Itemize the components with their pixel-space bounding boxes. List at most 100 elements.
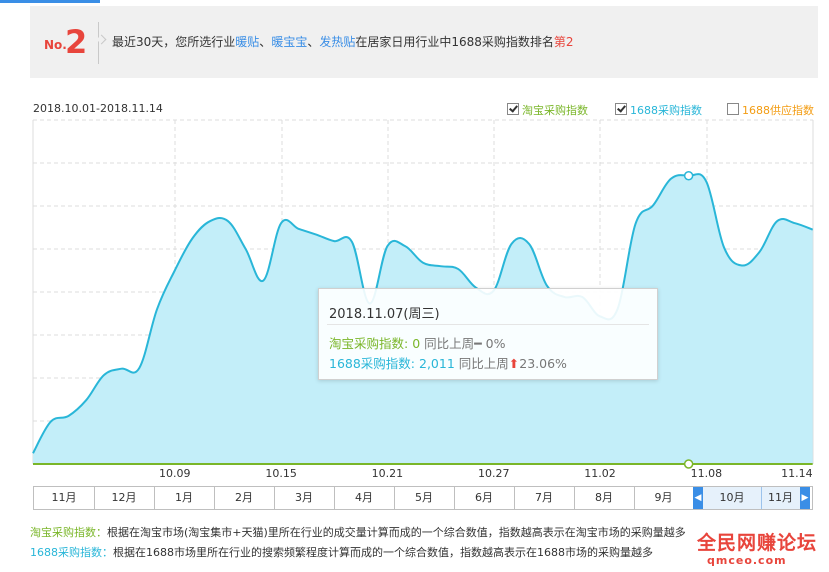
tooltip-value: 0: [412, 336, 421, 351]
chart-tooltip: 2018.11.07(周三) 淘宝采购指数: 0 同比上周━ 0% 1688采购…: [318, 288, 658, 380]
tooltip-compare: 同比上周: [420, 336, 475, 351]
highlight-point-1688: [683, 171, 694, 181]
data-point-taobao: [83, 461, 89, 467]
data-point-1688: [632, 221, 638, 227]
navigator-month[interactable]: 1月: [154, 487, 214, 509]
data-point-taobao: [544, 461, 550, 467]
navigator-month[interactable]: 9月: [634, 487, 693, 509]
data-point-taobao: [331, 461, 337, 467]
data-point-1688: [402, 243, 408, 249]
navigator-month[interactable]: 3月: [274, 487, 334, 509]
data-point-1688: [48, 419, 54, 425]
x-axis-labels: 10.09 10.15 10.21 10.27 11.02 11.08 11.14: [159, 467, 813, 480]
tooltip-value: 2,011: [419, 356, 455, 371]
data-point-1688: [296, 226, 302, 232]
data-point-1688: [774, 218, 780, 224]
data-point-taobao: [562, 461, 568, 467]
navigator-left-handle[interactable]: ◀: [693, 487, 703, 509]
data-point-1688: [207, 218, 213, 224]
data-point-1688: [757, 249, 763, 255]
data-point-taobao: [136, 461, 142, 467]
data-point-1688: [83, 397, 89, 403]
watermark-title: 全民网赚论坛: [697, 532, 818, 554]
navigator-month[interactable]: 7月: [514, 487, 574, 509]
navigator-month[interactable]: 2月: [214, 487, 274, 509]
footnote-text: 根据在1688市场里所在行业的搜索频繁程度计算而成的一个综合数值，指数越高表示在…: [113, 546, 653, 559]
data-point-1688: [119, 366, 125, 372]
x-tick-label: 10.21: [372, 467, 404, 480]
data-point-taobao: [420, 461, 426, 467]
highlight-point-taobao: [683, 459, 694, 469]
data-point-1688: [189, 235, 195, 241]
navigator-divider: [634, 487, 635, 509]
navigator-month[interactable]: 10月: [703, 487, 761, 509]
data-point-1688: [438, 263, 444, 269]
data-point-taobao: [30, 461, 36, 467]
data-point-1688: [526, 241, 532, 247]
data-point-taobao: [455, 461, 461, 467]
footnote-1688: 1688采购指数：根据在1688市场里所在行业的搜索频繁程度计算而成的一个综合数…: [30, 544, 653, 560]
data-point-1688: [349, 239, 355, 245]
data-point-taobao: [739, 461, 745, 467]
x-tick-label: 10.27: [478, 467, 510, 480]
data-point-1688: [384, 243, 390, 249]
data-point-1688: [810, 227, 816, 233]
navigator-month[interactable]: 11月: [34, 487, 94, 509]
arrow-up-icon: ⬆: [508, 356, 520, 371]
tooltip-row-1688: 1688采购指数: 2,011 同比上周⬆23.06%: [329, 353, 567, 372]
x-tick-label: 10.15: [265, 467, 297, 480]
navigator-right-handle[interactable]: ▶: [800, 487, 810, 509]
navigator-divider: [394, 487, 395, 509]
tooltip-label: 1688采购指数:: [329, 356, 419, 371]
x-tick-label: 11.14: [781, 467, 813, 480]
navigator-month[interactable]: 5月: [394, 487, 454, 509]
navigator-month[interactable]: 6月: [454, 487, 514, 509]
time-navigator[interactable]: 11月 12月 1月 2月 3月 4月 5月 6月 7月 8月 9月 10月 11月 ◀ ▶: [33, 486, 813, 510]
data-point-1688: [792, 220, 798, 226]
data-point-1688: [101, 372, 107, 378]
tooltip-label: 淘宝采购指数:: [329, 336, 413, 351]
navigator-divider: [154, 487, 155, 509]
data-point-1688: [136, 365, 142, 371]
data-point-1688: [331, 238, 337, 244]
data-point-1688: [65, 413, 71, 419]
footnote-text: 根据在淘宝市场(淘宝集市+天猫)里所在行业的成交量计算而成的一个综合数值，指数越…: [107, 526, 686, 539]
navigator-divider: [334, 487, 335, 509]
tooltip-divider: [327, 324, 649, 325]
data-point-taobao: [119, 461, 125, 467]
data-point-1688: [225, 218, 231, 224]
navigator-month[interactable]: 11月: [761, 487, 800, 509]
footnote-taobao: 淘宝采购指数：根据在淘宝市场(淘宝集市+天猫)里所在行业的成交量计算而成的一个综…: [30, 524, 686, 540]
tooltip-change: 23.06%: [519, 356, 567, 371]
data-point-1688: [420, 260, 426, 266]
navigator-divider: [454, 487, 455, 509]
navigator-month[interactable]: 8月: [574, 487, 634, 509]
data-point-taobao: [65, 461, 71, 467]
data-point-1688: [721, 245, 727, 251]
x-tick-label: 10.09: [159, 467, 191, 480]
data-point-taobao: [757, 461, 763, 467]
navigator-month[interactable]: 4月: [334, 487, 394, 509]
data-point-1688: [739, 262, 745, 268]
data-point-1688: [278, 220, 284, 226]
navigator-divider: [761, 487, 762, 509]
navigator-divider: [274, 487, 275, 509]
watermark-url: qmceo.com: [707, 554, 787, 567]
tooltip-row-taobao: 淘宝采购指数: 0 同比上周━ 0%: [329, 333, 505, 352]
data-point-1688: [703, 179, 709, 185]
data-point-1688: [650, 202, 656, 208]
data-point-taobao: [48, 461, 54, 467]
data-point-1688: [314, 232, 320, 238]
data-point-1688: [30, 450, 36, 456]
tooltip-change: 0%: [481, 336, 506, 351]
data-point-taobao: [526, 461, 532, 467]
data-point-1688: [172, 268, 178, 274]
data-point-taobao: [438, 461, 444, 467]
data-point-taobao: [774, 461, 780, 467]
footnote-label: 1688采购指数：: [30, 546, 113, 559]
data-point-1688: [668, 176, 674, 182]
footnote-label: 淘宝采购指数：: [30, 526, 107, 539]
data-point-taobao: [101, 461, 107, 467]
data-point-1688: [455, 266, 461, 272]
navigator-month[interactable]: 12月: [94, 487, 154, 509]
